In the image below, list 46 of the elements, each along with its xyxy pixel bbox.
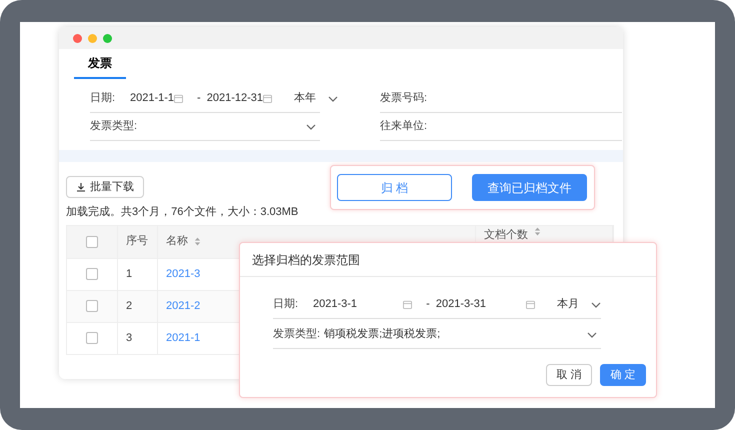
chevron-down-icon	[587, 332, 597, 338]
calendar-icon[interactable]	[403, 300, 412, 309]
status-text: 加载完成。共3个月，76个文件，大小：3.03MB	[66, 204, 300, 220]
download-button[interactable]: 批量下载	[66, 176, 144, 198]
table-cell-text: 2	[126, 298, 132, 314]
sort-icon[interactable]	[194, 237, 201, 246]
minimize-icon[interactable]	[88, 34, 97, 42]
field-label: 发票类型:	[90, 119, 138, 134]
period-select[interactable]: 本年	[294, 90, 338, 107]
checkbox[interactable]	[86, 300, 98, 312]
sort-icon[interactable]	[534, 226, 541, 236]
date-field[interactable]: 2021-3-1	[313, 296, 420, 313]
calendar-icon[interactable]	[526, 300, 536, 309]
column-header: 名称	[166, 234, 188, 250]
close-icon[interactable]	[73, 34, 82, 42]
column-header: 序号	[126, 234, 148, 250]
date-field[interactable]: 2021-3-31	[436, 296, 544, 313]
select-all-checkbox[interactable]	[86, 236, 98, 248]
date-field[interactable]: 2021-1-1	[130, 90, 192, 107]
column-header: 文档个数	[484, 228, 528, 242]
cancel-button[interactable]: 取 消	[546, 364, 592, 386]
chevron-down-icon	[328, 96, 338, 102]
maximize-icon[interactable]	[103, 34, 112, 42]
download-icon	[76, 182, 86, 192]
field-label: 往来单位:	[380, 119, 428, 134]
type-select[interactable]: 销项税发票;进项税发票;	[324, 326, 601, 343]
calendar-icon[interactable]	[263, 94, 272, 103]
text-field[interactable]: 发票号码:	[380, 85, 622, 113]
field-label: 发票类型:	[273, 327, 320, 342]
period-select[interactable]: 本月	[557, 296, 602, 313]
tab[interactable]: 发票	[74, 54, 126, 79]
text-field[interactable]: 往来单位:	[380, 113, 622, 141]
dash-text: -	[197, 91, 201, 106]
calendar-icon[interactable]	[174, 94, 184, 103]
checkbox[interactable]	[86, 268, 98, 280]
date-field[interactable]: 2021-12-31	[206, 90, 280, 107]
chevron-down-icon	[306, 124, 316, 130]
table-cell-text: 3	[126, 330, 132, 346]
chevron-down-icon	[591, 302, 602, 308]
dash-text: -	[426, 297, 430, 312]
table-cell-text: 1	[126, 266, 132, 282]
checkbox[interactable]	[86, 332, 98, 344]
dialog-title: 选择归档的发票范围	[240, 243, 656, 277]
field-label: 发票号码:	[380, 91, 428, 106]
field-label: 日期:	[273, 297, 300, 312]
field-label: 日期:	[90, 91, 116, 106]
